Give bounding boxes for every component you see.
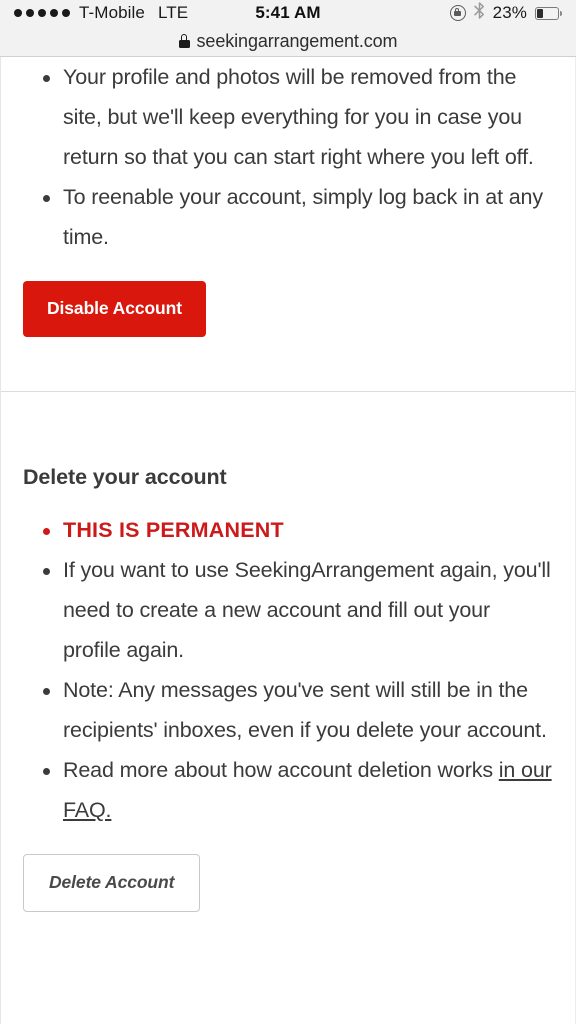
permanent-warning-item: THIS IS PERMANENT [23, 510, 553, 550]
faq-bullet-text: Read more about how account deletion wor… [63, 758, 499, 782]
secure-lock-icon [178, 34, 190, 48]
signal-strength-icon [14, 9, 70, 17]
battery-percent-label: 23% [492, 3, 527, 22]
battery-icon [535, 6, 562, 20]
list-item: Note: Any messages you've sent will stil… [23, 670, 553, 750]
delete-account-bullet-list: THIS IS PERMANENT If you want to use See… [23, 510, 553, 830]
page-content: Your profile and photos will be removed … [0, 57, 576, 1024]
list-item: If you want to use SeekingArrangement ag… [23, 550, 553, 670]
browser-url-bar[interactable]: seekingarrangement.com [0, 26, 576, 57]
disable-account-button[interactable]: Disable Account [23, 281, 206, 337]
list-item-faq: Read more about how account deletion wor… [23, 750, 553, 830]
page-title: Delete your account [23, 465, 227, 489]
ios-status-bar: T-Mobile LTE 5:41 AM 23% [0, 0, 576, 26]
list-item: To reenable your account, simply log bac… [23, 177, 553, 257]
carrier-label: T-Mobile [79, 3, 145, 22]
rotation-lock-icon [449, 5, 466, 21]
list-item: Your profile and photos will be removed … [23, 57, 553, 177]
url-text[interactable]: seekingarrangement.com [197, 31, 398, 52]
status-bar-left: T-Mobile LTE [14, 3, 188, 23]
clock-label: 5:41 AM [255, 3, 321, 22]
delete-account-button[interactable]: Delete Account [23, 854, 201, 912]
network-type-label: LTE [158, 3, 189, 22]
disable-account-section: Your profile and photos will be removed … [1, 57, 575, 391]
status-bar-right: 23% [449, 2, 562, 24]
bluetooth-icon [473, 2, 485, 24]
disable-account-bullet-list: Your profile and photos will be removed … [23, 57, 553, 257]
delete-account-section: Delete your account THIS IS PERMANENT If… [1, 392, 575, 912]
